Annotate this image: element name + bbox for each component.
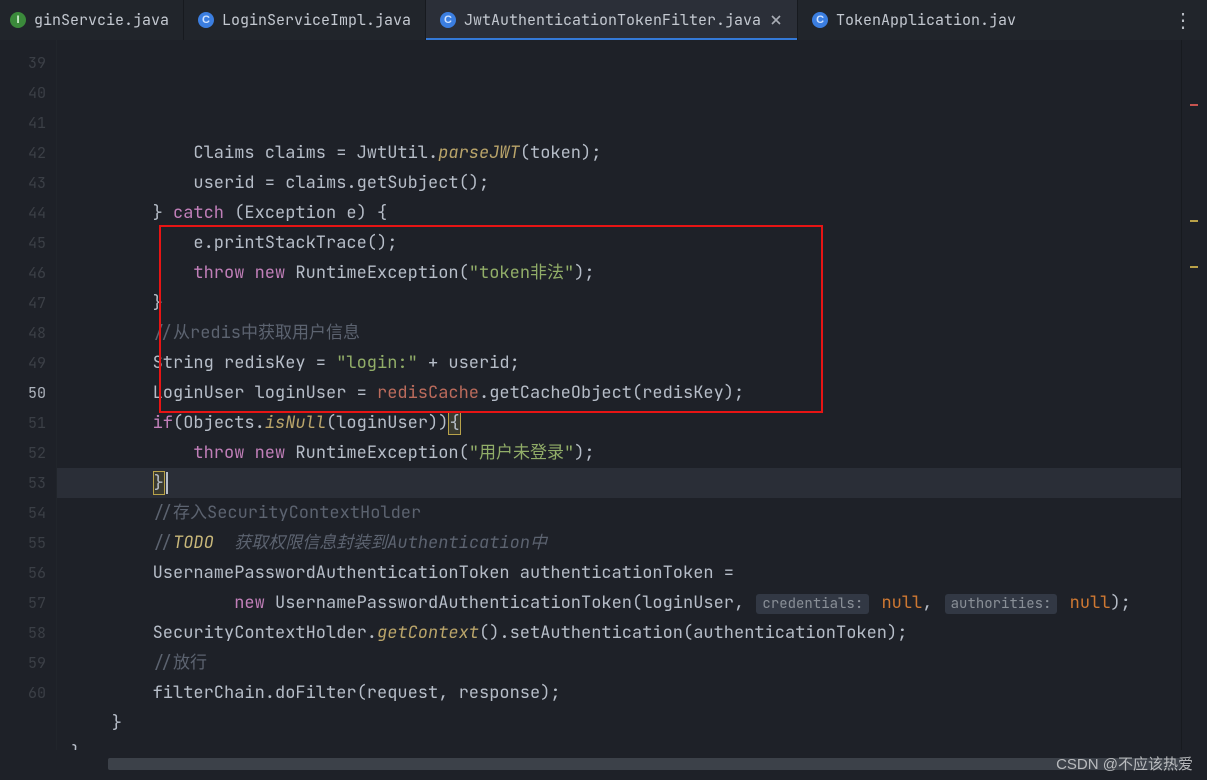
editor-tab[interactable]: C TokenApplication.jav bbox=[798, 0, 1030, 40]
code-line[interactable]: //TODO 获取权限信息封装到Authentication中 bbox=[57, 528, 1182, 558]
line-number: 56 bbox=[0, 558, 46, 588]
editor-tab-active[interactable]: C JwtAuthenticationTokenFilter.java bbox=[426, 0, 798, 40]
line-number: 44 bbox=[0, 198, 46, 228]
scrollbar-thumb[interactable] bbox=[108, 758, 1182, 770]
interface-file-icon: I bbox=[10, 12, 26, 28]
horizontal-scrollbar[interactable] bbox=[46, 758, 1182, 770]
line-number: 48 bbox=[0, 318, 46, 348]
class-file-icon: C bbox=[440, 12, 456, 28]
code-line[interactable]: throw new RuntimeException("用户未登录"); bbox=[57, 438, 1182, 468]
line-number: 45 bbox=[0, 228, 46, 258]
line-number: 51 bbox=[0, 408, 46, 438]
class-file-icon: C bbox=[812, 12, 828, 28]
class-file-icon: C bbox=[198, 12, 214, 28]
watermark: CSDN @不应该热爱 bbox=[1056, 753, 1193, 774]
code-editor[interactable]: 3940414243444546474849505152535455565758… bbox=[0, 40, 1182, 750]
code-line[interactable]: } bbox=[57, 708, 1182, 738]
code-line[interactable]: } catch (Exception e) { bbox=[57, 198, 1182, 228]
line-number: 58 bbox=[0, 618, 46, 648]
line-number: 55 bbox=[0, 528, 46, 558]
line-number: 50 bbox=[0, 378, 46, 408]
line-number: 49 bbox=[0, 348, 46, 378]
line-number: 42 bbox=[0, 138, 46, 168]
text-caret bbox=[166, 472, 168, 494]
editor-tab-bar: I ginServcie.java C LoginServiceImpl.jav… bbox=[0, 0, 1207, 41]
code-line[interactable]: Claims claims = JwtUtil.parseJWT(token); bbox=[57, 138, 1182, 168]
code-line[interactable]: } bbox=[57, 468, 1182, 498]
line-number: 54 bbox=[0, 498, 46, 528]
warning-mark[interactable] bbox=[1190, 266, 1198, 268]
line-number: 41 bbox=[0, 108, 46, 138]
editor-tab[interactable]: I ginServcie.java bbox=[0, 0, 184, 40]
code-line[interactable]: UsernamePasswordAuthenticationToken auth… bbox=[57, 558, 1182, 588]
code-area[interactable]: Claims claims = JwtUtil.parseJWT(token);… bbox=[57, 40, 1182, 750]
line-number: 40 bbox=[0, 78, 46, 108]
close-icon[interactable] bbox=[769, 13, 783, 27]
line-number: 60 bbox=[0, 678, 46, 708]
editor-tab[interactable]: C LoginServiceImpl.java bbox=[184, 0, 426, 40]
line-number-gutter: 3940414243444546474849505152535455565758… bbox=[0, 40, 57, 750]
error-mark[interactable] bbox=[1190, 104, 1198, 106]
warning-mark[interactable] bbox=[1190, 220, 1198, 222]
code-line[interactable]: //放行 bbox=[57, 648, 1182, 678]
tab-label: ginServcie.java bbox=[34, 10, 169, 30]
line-number: 57 bbox=[0, 588, 46, 618]
line-number: 59 bbox=[0, 648, 46, 678]
tab-label: JwtAuthenticationTokenFilter.java bbox=[464, 10, 761, 30]
code-line[interactable]: } bbox=[57, 738, 1182, 750]
line-number: 46 bbox=[0, 258, 46, 288]
tab-overflow-button[interactable]: ⋮ bbox=[1161, 0, 1207, 40]
tab-label: LoginServiceImpl.java bbox=[222, 10, 411, 30]
line-number: 53 bbox=[0, 468, 46, 498]
line-number: 39 bbox=[0, 48, 46, 78]
line-number: 47 bbox=[0, 288, 46, 318]
highlight-box bbox=[159, 225, 823, 413]
code-line[interactable]: //存入SecurityContextHolder bbox=[57, 498, 1182, 528]
code-line[interactable]: filterChain.doFilter(request, response); bbox=[57, 678, 1182, 708]
code-line[interactable]: SecurityContextHolder.getContext().setAu… bbox=[57, 618, 1182, 648]
code-line[interactable]: new UsernamePasswordAuthenticationToken(… bbox=[57, 588, 1182, 618]
line-number: 43 bbox=[0, 168, 46, 198]
line-number: 52 bbox=[0, 438, 46, 468]
tab-label: TokenApplication.jav bbox=[836, 10, 1016, 30]
error-stripe[interactable] bbox=[1181, 40, 1207, 750]
code-line[interactable]: userid = claims.getSubject(); bbox=[57, 168, 1182, 198]
